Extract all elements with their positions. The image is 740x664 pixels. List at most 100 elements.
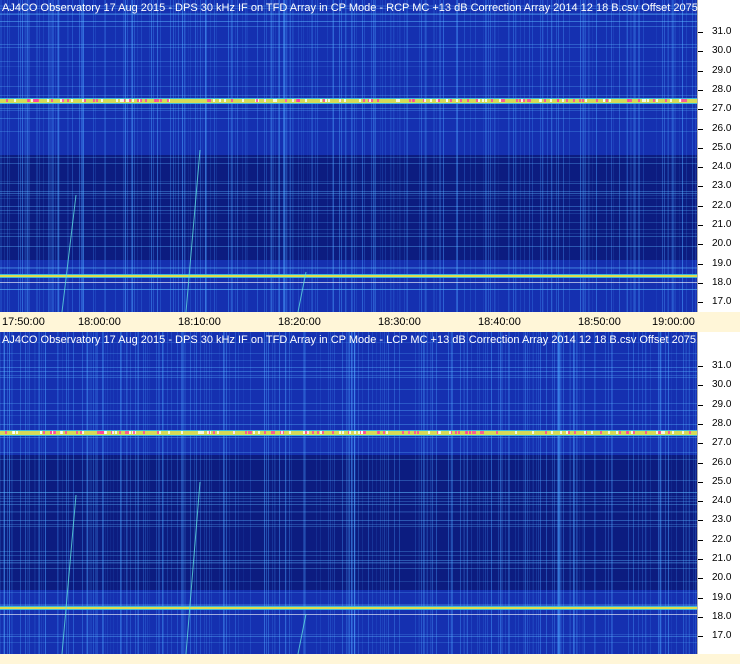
carrier-line xyxy=(0,581,697,582)
interference-column xyxy=(606,0,607,312)
interference-column xyxy=(68,0,69,312)
interference-column xyxy=(611,0,612,312)
signal-band-speckle xyxy=(82,99,84,102)
frequency-axis-rcp: 31.0 30.0 29.0 28.0 27.0 26.0 25.0 24.0 23.0 22.0… xyxy=(697,0,740,312)
signal-band-speckle xyxy=(467,99,469,102)
interference-column xyxy=(160,0,161,312)
carrier-line xyxy=(0,498,697,499)
signal-band-speckle xyxy=(414,431,416,434)
interference-column xyxy=(141,0,142,312)
interference-column xyxy=(289,0,290,312)
signal-band-speckle xyxy=(644,99,646,102)
signal-band-speckle xyxy=(672,431,674,434)
interference-column xyxy=(662,0,663,312)
interference-column xyxy=(630,0,631,312)
interference-column xyxy=(456,0,457,312)
signal-band-speckle xyxy=(383,431,385,434)
interference-column xyxy=(178,0,179,312)
freq-tick xyxy=(698,70,703,72)
signal-band-speckle xyxy=(253,431,255,434)
signal-band-speckle xyxy=(342,431,344,434)
interference-column xyxy=(674,0,675,312)
interference-column xyxy=(231,0,232,312)
interference-column xyxy=(426,0,427,312)
interference-column xyxy=(390,0,391,312)
interference-column xyxy=(385,0,386,312)
carrier-line xyxy=(0,496,697,497)
freq-tick-label: 20.0 xyxy=(712,238,732,250)
interference-column xyxy=(433,0,434,312)
signal-band-speckle xyxy=(143,431,145,434)
carrier-line xyxy=(0,118,697,119)
interference-column xyxy=(551,0,552,312)
signal-band-speckle xyxy=(439,431,441,434)
interference-column xyxy=(287,0,288,312)
freq-tick-label: 21.0 xyxy=(712,553,732,564)
signal-band-speckle xyxy=(573,99,575,102)
carrier-line xyxy=(0,206,697,207)
signal-band-speckle xyxy=(97,431,99,434)
signal-band-speckle xyxy=(591,431,593,434)
interference-column xyxy=(667,0,668,312)
freq-tick-label: 17.0 xyxy=(712,296,732,308)
signal-band-speckle xyxy=(53,431,55,434)
carrier-line xyxy=(0,501,697,502)
signal-band-speckle xyxy=(140,99,142,102)
carrier-line xyxy=(0,353,697,354)
carrier-line xyxy=(0,520,697,521)
signal-band-speckle xyxy=(264,99,266,102)
interference-column xyxy=(237,0,238,312)
interference-column xyxy=(317,0,318,312)
spectrogram-lcp xyxy=(0,332,697,654)
interference-column xyxy=(569,0,570,312)
interference-column xyxy=(558,0,559,312)
interference-column xyxy=(679,0,680,312)
signal-band-speckle xyxy=(642,99,644,102)
freq-tick-label: 22.0 xyxy=(712,199,732,211)
freq-tick xyxy=(698,578,703,580)
interference-column xyxy=(490,0,491,312)
interference-column xyxy=(406,0,407,312)
interference-column xyxy=(79,0,80,312)
interference-column xyxy=(633,0,634,312)
interference-column xyxy=(9,0,10,312)
signal-band-speckle xyxy=(521,99,523,102)
interference-column xyxy=(230,0,231,312)
carrier-line xyxy=(0,21,697,22)
time-axis: 17:50:00 18:00:00 18:10:00 18:20:00 18:30:00… xyxy=(0,312,740,332)
freq-tick-label: 30.0 xyxy=(712,379,732,391)
freq-tick xyxy=(698,539,703,541)
signal-band-speckle xyxy=(449,431,451,434)
interference-column xyxy=(515,0,516,312)
signal-band-speckle xyxy=(159,431,161,434)
interference-column xyxy=(153,0,154,312)
interference-column xyxy=(18,0,19,312)
interference-column xyxy=(49,0,50,312)
carrier-line xyxy=(0,108,697,109)
signal-band-speckle xyxy=(305,431,307,434)
signal-band-speckle xyxy=(125,431,127,434)
signal-band-speckle xyxy=(217,431,219,434)
signal-band-speckle xyxy=(105,431,107,434)
signal-band-speckle xyxy=(550,99,552,102)
carrier-line xyxy=(0,568,697,569)
signal-band-speckle xyxy=(317,431,319,434)
time-tick-label: 18:10:00 xyxy=(178,316,221,328)
interference-column xyxy=(425,0,426,312)
signal-band-speckle xyxy=(285,99,287,102)
signal-band-speckle xyxy=(557,99,559,102)
signal-band-speckle xyxy=(71,99,73,102)
signal-band-speckle xyxy=(116,99,118,102)
time-tick-label: 17:50:00 xyxy=(2,316,45,328)
signal-band-speckle xyxy=(523,99,525,102)
interference-column xyxy=(7,0,8,312)
carrier-line xyxy=(0,605,697,606)
interference-column xyxy=(393,0,394,312)
signal-band-speckle xyxy=(359,99,361,102)
freq-tick-label: 27.0 xyxy=(712,103,732,115)
signal-band-speckle xyxy=(661,431,663,434)
interference-column xyxy=(440,0,441,312)
signal-band-speckle xyxy=(213,99,215,102)
carrier-line xyxy=(0,222,697,223)
freq-tick xyxy=(698,244,703,246)
